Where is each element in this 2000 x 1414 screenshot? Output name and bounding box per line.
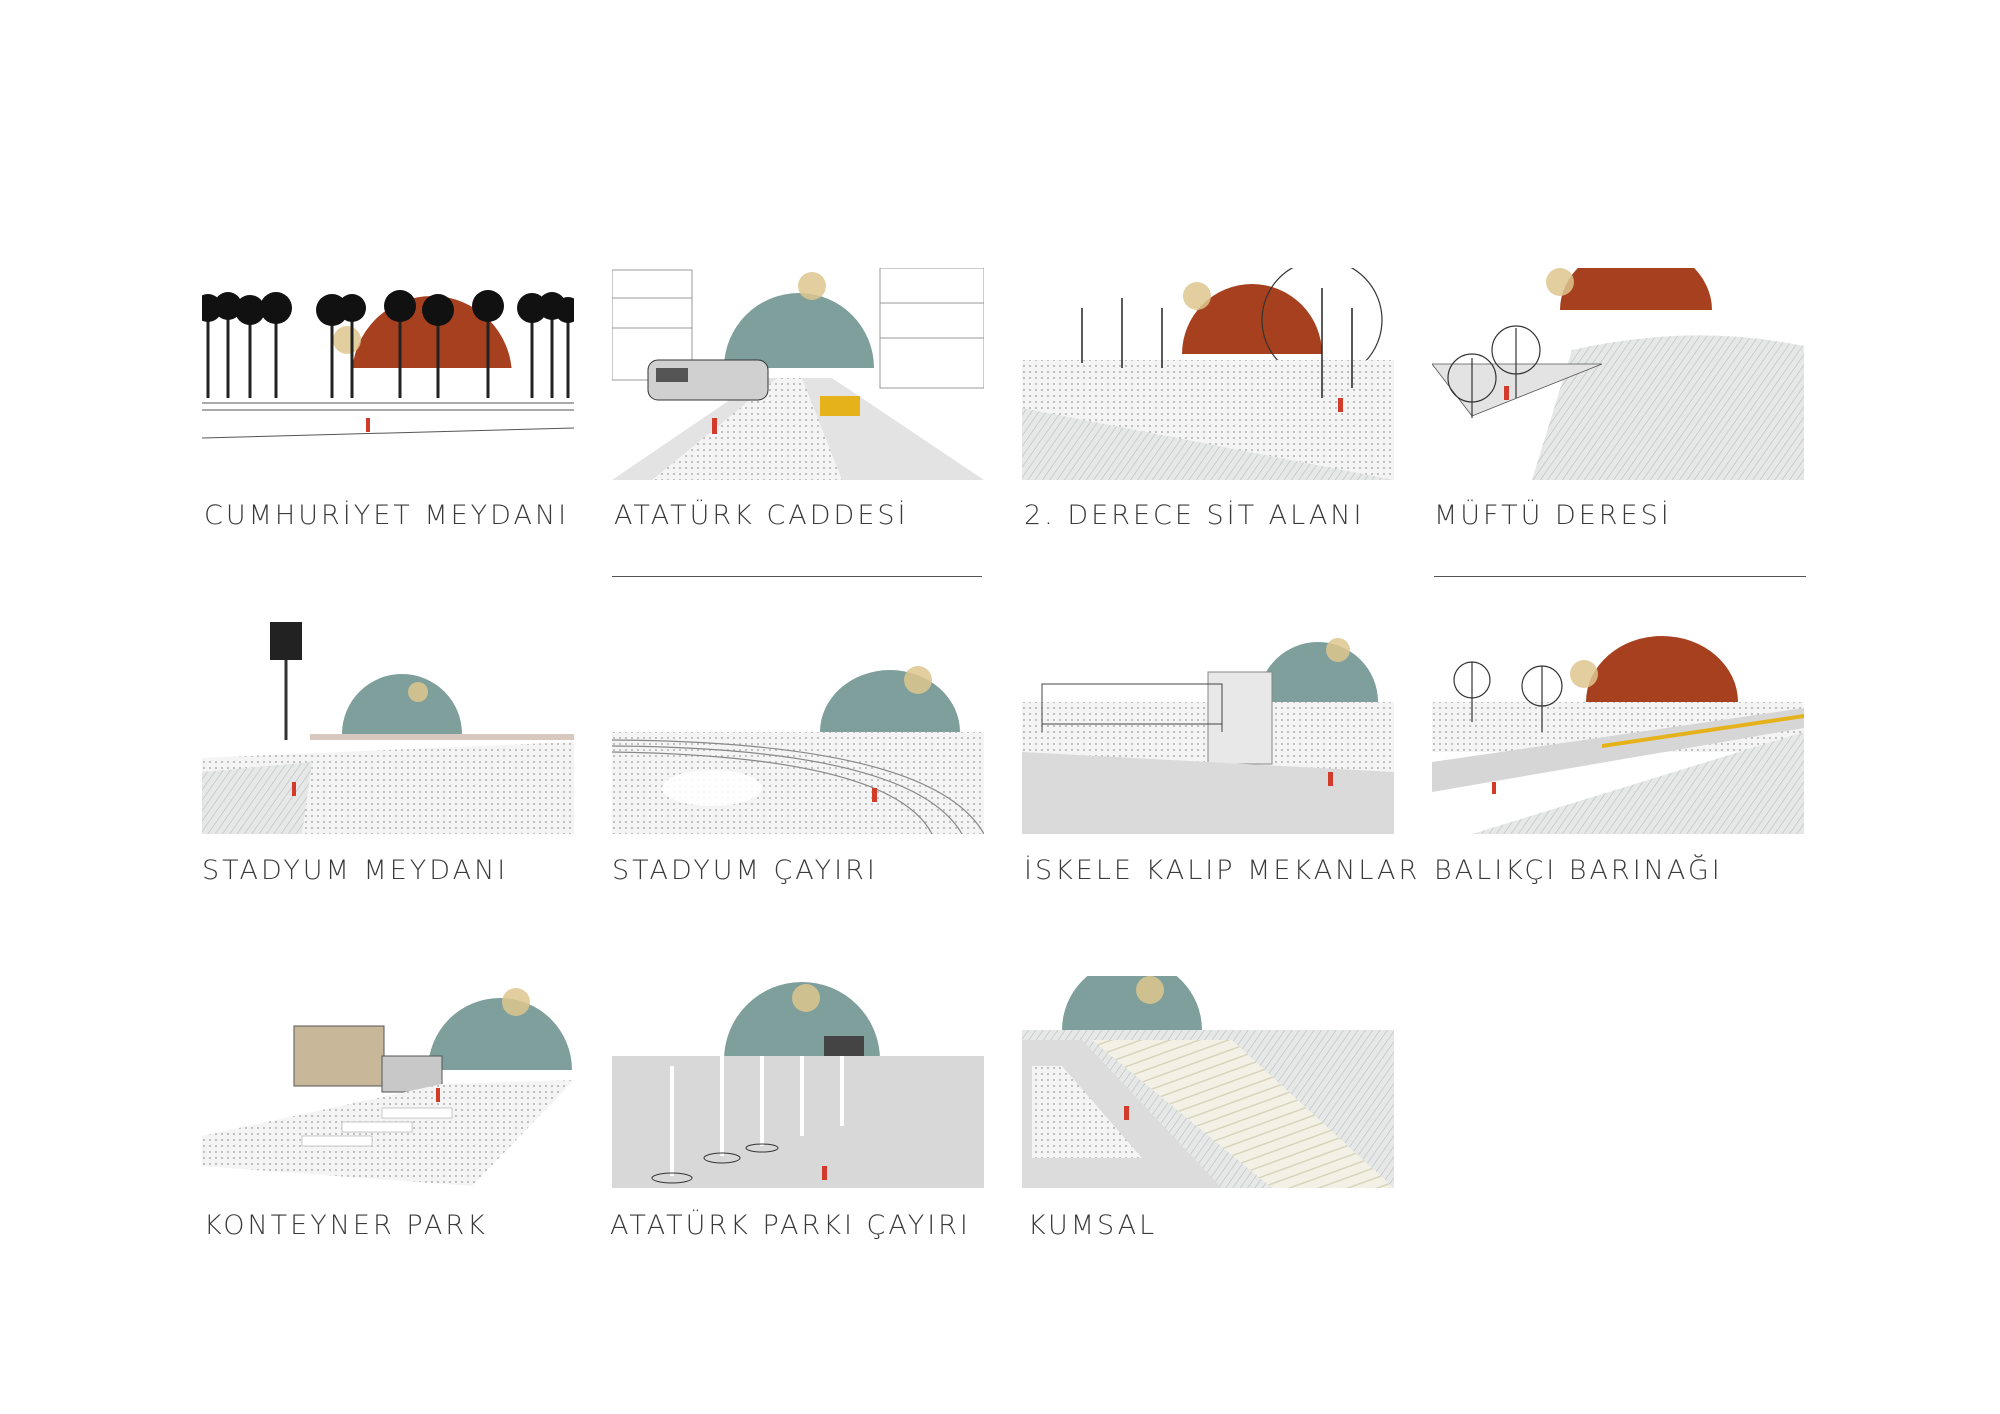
caption-iskele: İSKELE KALIP MEKANLAR [1024, 855, 1421, 886]
scene-trees-illustration [1022, 268, 1394, 480]
panel-stadyum-meydani [202, 622, 574, 834]
floodlight-shape [270, 622, 302, 660]
caption-kumsal: KUMSAL [1028, 1210, 1158, 1241]
sun-shape [408, 682, 428, 702]
caption-cumhuriyet: CUMHURİYET MEYDANI [204, 500, 570, 531]
caption-stadyum-meydani: STADYUM MEYDANI [202, 855, 509, 886]
sun-shape [904, 666, 932, 694]
sun-shape [1136, 976, 1164, 1004]
scene-stadium-illustration [202, 622, 574, 834]
panel-balikci [1432, 622, 1804, 834]
dome-shape [820, 670, 960, 732]
statue-shape [824, 1036, 864, 1056]
scene-container-illustration [202, 988, 574, 1186]
scene-park-illustration [612, 982, 984, 1188]
panel-muftu [1432, 268, 1804, 480]
panel-stadyum-cayiri [612, 622, 984, 834]
scene-cumhuriyet-illustration [202, 290, 574, 439]
scene-bridge-illustration [1432, 268, 1804, 480]
sun-shape [1183, 282, 1211, 310]
scene-tram-illustration [612, 268, 984, 480]
divider-line [1434, 576, 1806, 577]
sun-shape [1570, 660, 1598, 688]
sun-shape [1326, 638, 1350, 662]
scene-pavilion-illustration [1022, 638, 1394, 834]
dome-shape [1586, 636, 1738, 702]
dome-shape [1560, 268, 1712, 310]
sun-shape [502, 988, 530, 1016]
dome-shape [1062, 976, 1202, 1030]
caption-sit-alani: 2. DERECE SİT ALANI [1024, 500, 1365, 531]
panel-sit-alani [1022, 268, 1394, 480]
panel-ataturk-caddesi [612, 268, 984, 480]
panel-cumhuriyet [202, 268, 574, 480]
panel-iskele [1022, 622, 1394, 834]
sun-shape [1546, 268, 1574, 296]
caption-stadyum-cayiri: STADYUM ÇAYIRI [612, 855, 878, 886]
sun-shape [333, 326, 361, 354]
dome-shape [342, 674, 462, 734]
panel-konteyner [202, 976, 574, 1188]
sun-shape [798, 272, 826, 300]
sun-shape [792, 984, 820, 1012]
caption-ataturk-parki: ATATÜRK PARKI ÇAYIRI [610, 1210, 971, 1241]
caption-ataturk-caddesi: ATATÜRK CADDESİ [614, 500, 909, 531]
panel-kumsal [1022, 976, 1394, 1188]
caption-konteyner: KONTEYNER PARK [204, 1210, 488, 1241]
scene-harbor-illustration [1432, 636, 1804, 834]
dome-shape [1258, 642, 1378, 702]
scene-beach-illustration [1022, 976, 1394, 1188]
divider-line [612, 576, 982, 577]
caption-balikci: BALIKÇI BARINAĞI [1434, 855, 1723, 886]
scene-track-illustration [612, 666, 984, 834]
panel-ataturk-parki [612, 976, 984, 1188]
caption-muftu: MÜFTÜ DERESİ [1434, 500, 1672, 531]
dome-shape [428, 998, 572, 1070]
